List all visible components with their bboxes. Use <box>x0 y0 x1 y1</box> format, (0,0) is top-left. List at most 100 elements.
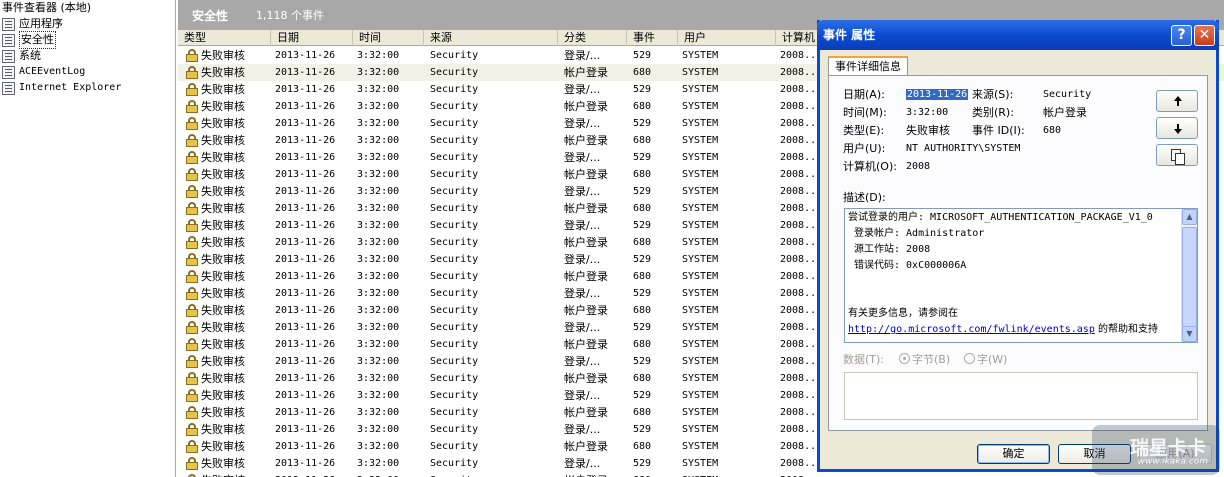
tree-item[interactable]: ACEEventLog <box>0 64 175 80</box>
category-value: 帐户登录 <box>1043 106 1087 119</box>
cell-event: 529 <box>633 390 652 401</box>
event-log-icon <box>2 49 15 63</box>
help-button[interactable]: ? <box>1171 25 1192 46</box>
cell-type: 失败审核 <box>201 219 245 232</box>
cell-time: 3:32:00 <box>357 288 400 299</box>
cell-category: 帐户登录 <box>564 168 608 181</box>
cell-category: 帐户登录 <box>564 372 608 385</box>
next-event-button[interactable] <box>1156 117 1198 139</box>
lock-icon <box>186 117 198 130</box>
cell-user: SYSTEM <box>682 220 719 231</box>
column-header-date[interactable]: 日期 <box>271 30 353 46</box>
column-header-user[interactable]: 用户 <box>678 30 776 46</box>
data-textbox[interactable] <box>844 372 1198 420</box>
cell-event: 529 <box>633 254 652 265</box>
cell-user: SYSTEM <box>682 118 719 129</box>
cell-category: 帐户登录 <box>564 270 608 283</box>
event-id-value: 680 <box>1043 125 1062 136</box>
cell-type: 失败审核 <box>201 185 245 198</box>
help-link[interactable]: http://go.microsoft.com/fwlink/events.as… <box>848 324 1095 335</box>
previous-event-button[interactable] <box>1156 90 1198 112</box>
column-header-category[interactable]: 分类 <box>558 30 627 46</box>
table-row[interactable]: 失败审核2013-11-26 3:32:00 Security 帐户登录 680 SYST… <box>178 472 1224 477</box>
cell-event: 529 <box>633 458 652 469</box>
words-radio[interactable]: 字(W) <box>964 353 1007 367</box>
cell-type: 失败审核 <box>201 100 245 113</box>
description-more-info: 有关更多信息，请参阅在 <box>848 308 958 319</box>
link-suffix: 的帮助和支持 <box>1098 324 1159 335</box>
cell-user: SYSTEM <box>682 373 719 384</box>
cell-time: 3:32:00 <box>357 50 400 61</box>
copy-button[interactable] <box>1156 144 1198 166</box>
cell-source: Security <box>430 373 479 384</box>
column-header-time[interactable]: 时间 <box>353 30 424 46</box>
cell-type: 失败审核 <box>201 406 245 419</box>
cell-user: SYSTEM <box>682 271 719 282</box>
scroll-up-icon[interactable]: ▲ <box>1182 209 1197 225</box>
watermark-url: www.ikaka.com <box>1137 457 1208 467</box>
cell-date: 2013-11-26 <box>275 339 336 350</box>
cell-date: 2013-11-26 <box>275 322 336 333</box>
date-value[interactable]: 2013-11-26 <box>906 88 969 102</box>
cell-category: 帐户登录 <box>564 472 625 477</box>
tree-root-label: 事件查看器 (本地) <box>2 1 92 14</box>
tree-item[interactable]: Internet Explorer <box>0 80 175 96</box>
tree-item[interactable]: 安全性 <box>0 31 175 49</box>
lock-icon <box>186 406 198 419</box>
cell-source: Security <box>430 169 479 180</box>
lock-icon <box>186 372 198 385</box>
cell-date: 2013-11-26 <box>275 271 336 282</box>
ok-button[interactable]: 确定 <box>977 444 1050 464</box>
cell-type: 失败审核 <box>201 321 245 334</box>
cell-event: 680 <box>633 67 652 78</box>
column-header-event[interactable]: 事件 <box>627 30 678 46</box>
event-properties-dialog: 事件 属性 ? ✕ 事件详细信息 日期(A): 2013-11-26 来源(S)… <box>817 20 1219 472</box>
data-label: 数据(T): <box>843 353 885 366</box>
column-header-source[interactable]: 来源 <box>424 30 558 46</box>
cell-date: 2013-11-26 <box>275 152 336 163</box>
cell-source: Security <box>430 152 479 163</box>
tab-event-details[interactable]: 事件详细信息 <box>828 56 908 76</box>
tree-item[interactable]: 系统 <box>0 48 175 64</box>
tree-root-event-viewer[interactable]: 事件查看器 (本地) <box>0 0 175 16</box>
type-value: 失败审核 <box>906 124 950 137</box>
cell-category: 帐户登录 <box>564 100 608 113</box>
cell-event: 680 <box>633 203 652 214</box>
scroll-thumb[interactable] <box>1182 227 1197 327</box>
scroll-down-icon[interactable]: ▼ <box>1182 326 1197 342</box>
close-button[interactable]: ✕ <box>1194 25 1215 46</box>
cell-source: Security <box>430 390 479 401</box>
cell-event: 680 <box>633 169 652 180</box>
cell-user: SYSTEM <box>682 288 719 299</box>
cell-type: 失败审核 <box>201 338 245 351</box>
description-textbox[interactable]: 尝试登录的用户: MICROSOFT_AUTHENTICATION_PACKAG… <box>844 208 1198 343</box>
event-count: 1,118 个事件 <box>256 9 325 22</box>
cell-time: 3:32:00 <box>357 356 400 367</box>
user-value: NT AUTHORITY\SYSTEM <box>906 143 1021 154</box>
cell-event: 529 <box>633 322 652 333</box>
cell-source: Security <box>430 101 479 112</box>
dialog-titlebar[interactable]: 事件 属性 ? ✕ <box>817 20 1219 50</box>
cell-date: 2013-11-26 <box>275 237 336 248</box>
bytes-radio[interactable]: 字节(B) <box>899 353 950 367</box>
radio-selected-icon <box>899 353 910 364</box>
tree-item-label: Internet Explorer <box>19 82 122 93</box>
cell-date: 2013-11-26 <box>275 305 336 316</box>
cell-type: 失败审核 <box>201 472 286 477</box>
cell-source: Security <box>430 84 479 95</box>
cell-source: Security <box>430 186 479 197</box>
source-label: 来源(S): <box>972 88 1014 101</box>
cell-type: 失败审核 <box>201 117 245 130</box>
cell-user: SYSTEM <box>682 101 719 112</box>
cell-event: 680 <box>633 135 652 146</box>
column-header-type[interactable]: 类型 <box>178 30 271 46</box>
lock-icon <box>186 100 198 113</box>
lock-icon <box>186 440 198 453</box>
event-log-icon <box>2 65 15 79</box>
cell-date: 2013-11-26 <box>275 203 336 214</box>
cell-source: Security <box>430 271 479 282</box>
lock-icon <box>186 134 198 147</box>
description-scrollbar[interactable]: ▲ ▼ <box>1181 209 1197 342</box>
tree-item[interactable]: 应用程序 <box>0 16 175 32</box>
cell-time: 3:32:00 <box>357 67 400 78</box>
